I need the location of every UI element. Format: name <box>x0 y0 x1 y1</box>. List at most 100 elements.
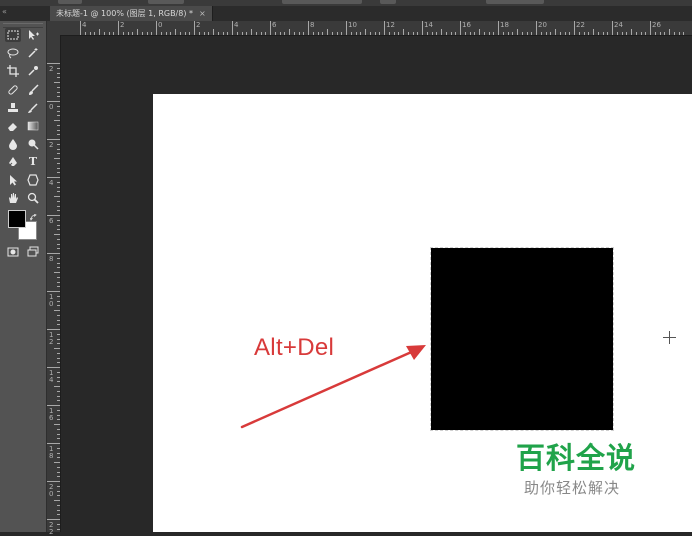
clone-stamp-tool-icon[interactable] <box>5 101 21 115</box>
ruler-label: 2 <box>49 141 54 149</box>
shape-tool-icon[interactable] <box>25 173 41 187</box>
swap-colors-icon[interactable] <box>29 207 38 221</box>
ruler-minor-tick <box>469 32 471 35</box>
ruler-label: 2 <box>120 21 125 29</box>
ruler-minor-tick <box>350 32 352 35</box>
ruler-minor-tick <box>583 32 585 35</box>
ruler-label: 22 <box>576 21 585 29</box>
ruler-minor-tick <box>403 29 404 35</box>
ruler-minor-tick <box>57 257 60 259</box>
close-icon[interactable]: × <box>199 9 206 18</box>
ruler-label: 16 <box>49 407 54 422</box>
ruler-major-tick <box>460 21 461 35</box>
ruler-minor-tick <box>626 32 628 35</box>
ruler-minor-tick <box>198 32 200 35</box>
vertical-ruler[interactable]: 2 0 2 4 6 8 10 12 14 16 18 20 22 <box>47 35 61 536</box>
ruler-minor-tick <box>578 32 580 35</box>
ruler-minor-tick <box>412 32 414 35</box>
dodge-tool-icon[interactable] <box>25 137 41 151</box>
ruler-minor-tick <box>54 158 60 159</box>
ruler-major-tick <box>47 291 60 292</box>
magic-wand-tool-icon[interactable] <box>25 46 41 60</box>
eraser-tool-icon[interactable] <box>5 119 21 133</box>
path-selection-tool-icon[interactable] <box>5 173 21 187</box>
zoom-tool-icon[interactable] <box>25 191 41 205</box>
ruler-major-tick <box>47 253 60 254</box>
ruler-minor-tick <box>441 29 442 35</box>
type-tool-icon[interactable]: T <box>25 155 41 169</box>
ruler-minor-tick <box>57 124 60 126</box>
ruler-minor-tick <box>54 462 60 463</box>
ruler-minor-tick <box>57 523 60 525</box>
ruler-label: 2 <box>196 21 201 29</box>
options-bar-control[interactable] <box>380 0 396 4</box>
ruler-minor-tick <box>669 29 670 35</box>
lasso-tool-icon[interactable] <box>5 46 21 60</box>
hand-tool-icon[interactable] <box>5 191 21 205</box>
ruler-minor-tick <box>54 310 60 311</box>
ruler-minor-tick <box>57 428 60 430</box>
ruler-label: 2 <box>49 65 54 73</box>
marquee-tool-icon[interactable] <box>5 28 21 42</box>
ruler-minor-tick <box>54 234 60 235</box>
ruler-minor-tick <box>331 32 333 35</box>
options-bar-control[interactable] <box>148 0 184 4</box>
ruler-minor-tick <box>57 115 60 117</box>
ruler-minor-tick <box>137 29 138 35</box>
watermark-title: 百科全说 <box>516 441 637 475</box>
crop-tool-icon[interactable] <box>5 64 21 78</box>
move-tool-icon[interactable] <box>25 28 41 42</box>
ruler-minor-tick <box>165 32 167 35</box>
ruler-minor-tick <box>57 333 60 335</box>
pen-tool-icon[interactable] <box>5 155 21 169</box>
ruler-major-tick <box>47 519 60 520</box>
ruler-label: 12 <box>49 331 54 346</box>
healing-brush-tool-icon[interactable] <box>5 83 21 97</box>
ruler-minor-tick <box>57 224 60 226</box>
options-bar-control[interactable] <box>486 0 544 4</box>
ruler-minor-tick <box>279 32 281 35</box>
ruler-label: 14 <box>424 21 433 29</box>
foreground-color-swatch[interactable] <box>8 210 26 228</box>
panel-collapse-icon[interactable]: « <box>2 7 7 16</box>
options-bar-control[interactable] <box>282 0 362 4</box>
options-bar-control[interactable] <box>58 0 82 4</box>
ruler-minor-tick <box>57 181 60 183</box>
ruler-major-tick <box>156 21 157 35</box>
eyedropper-tool-icon[interactable] <box>25 64 41 78</box>
document-tab[interactable]: 未标题-1 @ 100% (图层 1, RGB/8) * × <box>50 6 213 21</box>
ruler-minor-tick <box>57 371 60 373</box>
ruler-minor-tick <box>57 167 60 169</box>
filled-selection-square[interactable] <box>430 247 614 431</box>
ruler-minor-tick <box>57 129 60 131</box>
ruler-minor-tick <box>360 32 362 35</box>
ruler-minor-tick <box>184 32 186 35</box>
horizontal-ruler[interactable]: 4 2 0 2 4 6 8 10 12 14 16 18 20 22 24 26 <box>60 21 692 36</box>
ruler-label: 0 <box>49 103 54 111</box>
brush-tool-icon[interactable] <box>25 83 41 97</box>
ruler-minor-tick <box>54 272 60 273</box>
gradient-tool-icon[interactable] <box>25 119 41 133</box>
screen-mode-icon[interactable] <box>25 245 41 259</box>
ruler-major-tick <box>232 21 233 35</box>
ruler-minor-tick <box>94 32 96 35</box>
ruler-minor-tick <box>57 200 60 202</box>
ruler-minor-tick <box>57 324 60 326</box>
ruler-minor-tick <box>57 490 60 492</box>
ruler-minor-tick <box>431 32 433 35</box>
ruler-minor-tick <box>57 286 60 288</box>
blur-tool-icon[interactable] <box>5 137 21 151</box>
ruler-major-tick <box>47 177 60 178</box>
quick-mask-icon[interactable] <box>5 245 21 259</box>
watermark-subtitle: 助你轻松解决 <box>524 479 621 497</box>
ruler-minor-tick <box>57 419 60 421</box>
ruler-origin[interactable] <box>47 21 61 36</box>
ruler-label: 6 <box>272 21 277 29</box>
ruler-minor-tick <box>57 153 60 155</box>
ruler-minor-tick <box>57 495 60 497</box>
ruler-minor-tick <box>57 238 60 240</box>
ruler-label: 4 <box>49 179 54 187</box>
history-brush-tool-icon[interactable] <box>25 101 41 115</box>
ruler-minor-tick <box>265 32 267 35</box>
ruler-minor-tick <box>170 32 172 35</box>
